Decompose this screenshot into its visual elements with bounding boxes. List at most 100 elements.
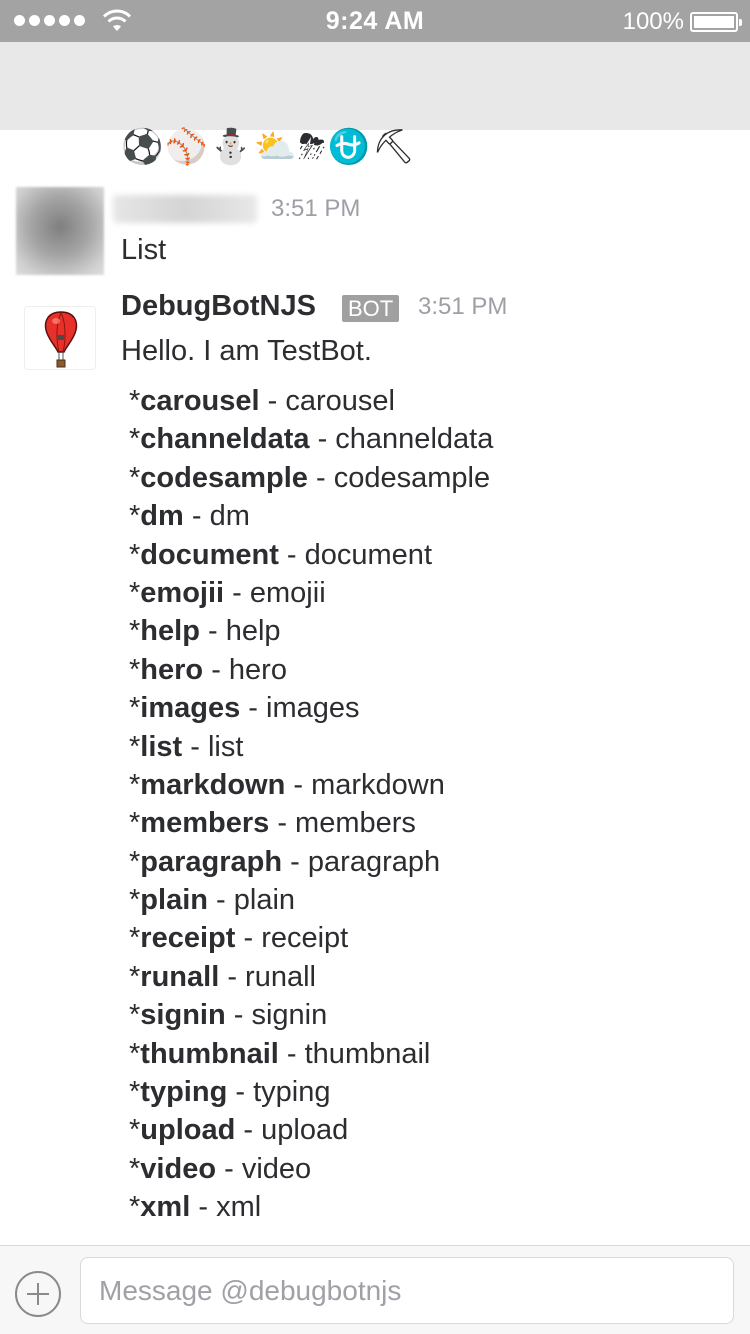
list-item: *emojii - emojii — [129, 574, 493, 612]
list-item: *list - list — [129, 728, 493, 766]
command-name: receipt — [140, 922, 236, 955]
command-description: help — [225, 615, 281, 648]
user-avatar[interactable] — [16, 187, 104, 275]
command-name: markdown — [140, 768, 286, 801]
list-item: *plain - plain — [129, 881, 493, 919]
separator: - — [225, 999, 252, 1032]
list-item: *upload - upload — [129, 1111, 493, 1149]
command-name: typing — [140, 1076, 228, 1109]
separator: - — [224, 576, 250, 609]
bullet-asterisk: * — [129, 461, 141, 494]
command-name: document — [140, 538, 279, 571]
separator: - — [235, 922, 262, 955]
bullet-asterisk: * — [129, 423, 141, 456]
user-message-text: List — [121, 234, 167, 266]
list-item: *receipt - receipt — [129, 919, 493, 957]
separator: - — [183, 500, 210, 533]
command-name: list — [140, 730, 183, 763]
command-name: video — [140, 1152, 217, 1185]
separator: - — [190, 1191, 217, 1224]
command-description: upload — [261, 1114, 349, 1147]
nav-header — [0, 42, 750, 130]
emoji: ⛎ — [327, 127, 370, 167]
bullet-asterisk: * — [129, 884, 141, 917]
bullet-asterisk: * — [129, 692, 141, 725]
bullet-asterisk: * — [129, 1191, 141, 1224]
list-item: *channeldata - channeldata — [129, 420, 493, 458]
command-name: hero — [140, 653, 204, 686]
bot-avatar[interactable] — [24, 306, 96, 370]
command-description: xml — [216, 1191, 262, 1224]
separator: - — [278, 538, 305, 571]
command-description: runall — [245, 960, 316, 993]
message-timestamp: 3:51 PM — [418, 293, 508, 320]
bullet-asterisk: * — [129, 1037, 141, 1070]
list-item: *markdown - markdown — [129, 766, 493, 804]
command-list: *carousel - carousel *channeldata - chann… — [129, 382, 493, 1227]
separator: - — [227, 1076, 254, 1109]
command-description: plain — [233, 884, 296, 917]
separator: - — [216, 1152, 242, 1185]
separator: - — [282, 845, 308, 878]
list-item: *members - members — [129, 804, 493, 842]
user-name-redacted[interactable] — [113, 195, 257, 223]
command-description: signin — [251, 999, 328, 1032]
hot-air-balloon-icon — [44, 311, 78, 368]
command-description: hero — [228, 653, 287, 686]
emoji: ⛅ — [254, 127, 297, 167]
command-name: images — [140, 692, 241, 725]
list-item: *hero - hero — [129, 651, 493, 689]
bot-badge: BOT — [342, 295, 400, 322]
list-item: *paragraph - paragraph — [129, 843, 493, 881]
separator: - — [269, 807, 296, 840]
command-description: document — [304, 538, 432, 571]
bullet-asterisk: * — [129, 538, 141, 571]
command-description: emojii — [249, 576, 326, 609]
list-item: *document - document — [129, 536, 493, 574]
emoji: ⛈ — [298, 127, 326, 167]
bullet-asterisk: * — [129, 500, 141, 533]
message-composer — [0, 1245, 750, 1334]
separator: - — [259, 385, 286, 417]
bullet-asterisk: * — [129, 576, 141, 609]
command-name: channeldata — [140, 423, 310, 456]
command-name: dm — [140, 500, 184, 533]
command-name: signin — [140, 999, 226, 1032]
separator: - — [307, 461, 334, 494]
status-bar: 9:24 AM 100% — [0, 0, 750, 42]
separator: - — [207, 884, 234, 917]
list-item: *dm - dm — [129, 497, 493, 535]
bullet-asterisk: * — [129, 960, 141, 993]
separator: - — [278, 1037, 305, 1070]
command-description: typing — [253, 1076, 331, 1109]
bullet-asterisk: * — [129, 730, 141, 763]
battery-icon — [690, 12, 742, 32]
message-input[interactable] — [80, 1257, 734, 1324]
command-description: images — [266, 692, 360, 725]
command-description: codesample — [333, 461, 491, 494]
list-item: *images - images — [129, 689, 493, 727]
command-description: receipt — [261, 922, 349, 955]
list-item: *thumbnail - thumbnail — [129, 1035, 493, 1073]
add-attachment-button[interactable] — [15, 1271, 61, 1317]
separator: - — [309, 423, 336, 456]
command-name: plain — [140, 884, 208, 917]
command-name: xml — [140, 1191, 191, 1224]
command-name: codesample — [140, 461, 308, 494]
command-name: paragraph — [140, 845, 283, 878]
command-description: video — [241, 1152, 312, 1185]
separator: - — [240, 692, 267, 725]
bullet-asterisk: * — [129, 999, 141, 1032]
separator: - — [182, 730, 208, 763]
command-description: markdown — [311, 768, 445, 801]
separator: - — [219, 960, 246, 993]
bullet-asterisk: * — [129, 1152, 141, 1185]
list-item: *carousel - carousel — [129, 382, 493, 420]
bullet-asterisk: * — [129, 922, 141, 955]
emoji-row: ⚽ ⚾ ⛄ ⛅ ⛈ ⛎ ⛏ — [121, 127, 415, 167]
list-item: *codesample - codesample — [129, 459, 493, 497]
bullet-asterisk: * — [129, 807, 141, 840]
bullet-asterisk: * — [129, 1076, 141, 1109]
bot-name[interactable]: DebugBotNJS — [121, 290, 316, 323]
command-name: emojii — [140, 576, 225, 609]
